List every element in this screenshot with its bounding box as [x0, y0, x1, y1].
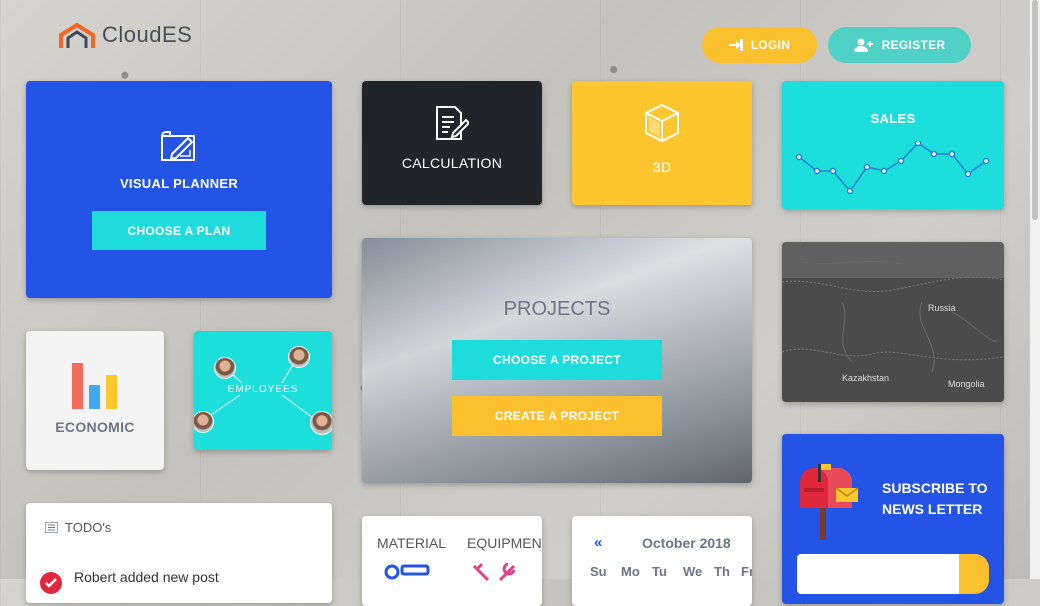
mailbox-icon: [800, 464, 859, 540]
weekday: We: [683, 564, 703, 579]
sales-sparkline: [795, 141, 990, 195]
map-card[interactable]: Russia Kazakhstan Mongolia: [782, 242, 1004, 402]
logo-icon: [59, 22, 95, 48]
todo-card: TODO's Robert added new post: [26, 503, 332, 603]
cube-icon: [645, 103, 679, 143]
3d-title: 3D: [652, 159, 672, 175]
weekday: Su: [590, 564, 607, 579]
map-label-kazakhstan: Kazakhstan: [842, 373, 890, 383]
logo[interactable]: CloudES: [58, 22, 198, 48]
weekday: Mo: [621, 564, 640, 579]
todo-item[interactable]: Robert added new post: [74, 569, 219, 585]
visual-planner-card: VISUAL PLANNER CHOOSE A PLAN: [26, 81, 332, 298]
register-icon: [853, 38, 873, 52]
register-button[interactable]: REGISTER: [828, 27, 971, 63]
bar-chart-icon: [72, 363, 117, 409]
todo-title: TODO's: [65, 520, 112, 535]
equipments-label[interactable]: EQUIPMENTS: [467, 535, 542, 551]
calendar-weekdays: Su Mo Tu We Th Fr S: [590, 564, 752, 579]
employees-title: EMPLOYEES: [227, 384, 299, 395]
weekday: Tu: [652, 564, 667, 579]
calculation-card[interactable]: CALCULATION: [362, 81, 542, 205]
economic-card[interactable]: ECONOMIC: [26, 331, 164, 470]
sales-card[interactable]: SALES: [782, 81, 1004, 209]
choose-plan-button[interactable]: CHOOSE A PLAN: [92, 211, 266, 250]
check-icon: [40, 572, 62, 594]
document-edit-icon: [436, 106, 469, 140]
scrollbar-thumb[interactable]: [1032, 0, 1038, 220]
calendar-card: « October 2018 Su Mo Tu We Th Fr S: [572, 516, 752, 606]
economic-title: ECONOMIC: [55, 419, 135, 435]
equipment-icon: [472, 562, 516, 582]
employees-card[interactable]: EMPLOYEES: [194, 331, 332, 450]
material-label[interactable]: MATERIAL: [377, 535, 446, 551]
weekday: Fr: [741, 564, 752, 579]
material-icon: [384, 564, 430, 580]
map-label-russia: Russia: [928, 303, 956, 313]
subscribe-title-line2: NEWS LETTER: [882, 501, 983, 517]
login-label: LOGIN: [750, 38, 791, 52]
subscribe-title-line1: SUBSCRIBE TO: [882, 480, 988, 496]
employee-avatar: [214, 357, 236, 379]
employee-avatar: [310, 411, 332, 435]
blueprint-icon: [161, 131, 195, 161]
3d-card[interactable]: 3D: [572, 81, 752, 205]
page-scrollbar[interactable]: [1030, 0, 1040, 579]
projects-title: PROJECTS: [503, 298, 611, 320]
choose-project-button[interactable]: CHOOSE A PROJECT: [452, 340, 662, 380]
map-label-mongolia: Mongolia: [948, 379, 985, 389]
subscribe-email-input[interactable]: [797, 554, 959, 594]
subscribe-submit-button[interactable]: [959, 554, 989, 594]
login-icon: [728, 39, 743, 51]
projects-card: PROJECTS CHOOSE A PROJECT CREATE A PROJE…: [362, 238, 752, 483]
calendar-month: October 2018: [642, 535, 731, 551]
visual-planner-title: VISUAL PLANNER: [119, 176, 239, 191]
logo-text: CloudES: [102, 22, 193, 47]
register-label: REGISTER: [881, 38, 946, 52]
create-project-button[interactable]: CREATE A PROJECT: [452, 396, 662, 436]
employee-avatar: [288, 346, 310, 368]
login-button[interactable]: LOGIN: [702, 27, 817, 63]
sales-title: SALES: [870, 111, 916, 126]
calendar-prev-button[interactable]: «: [594, 534, 602, 551]
calculation-title: CALCULATION: [401, 155, 503, 171]
material-card: MATERIAL EQUIPMENTS: [362, 516, 542, 606]
list-icon: [45, 522, 58, 533]
weekday: Th: [714, 564, 730, 579]
map-borders: [782, 260, 1004, 373]
